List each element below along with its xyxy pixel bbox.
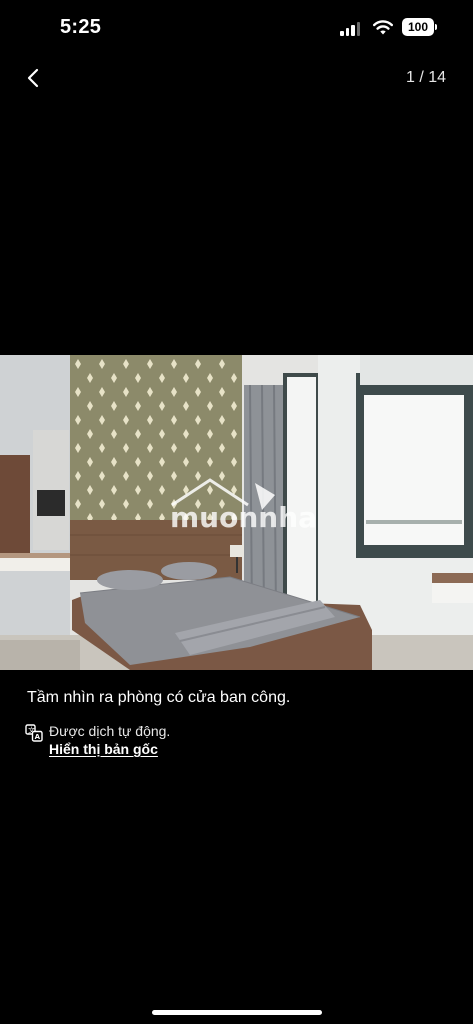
battery-icon: 100	[402, 18, 434, 36]
battery-nub	[435, 24, 437, 30]
show-original-link[interactable]: Hiển thị bản gốc	[49, 741, 158, 757]
viewer-nav: 1 / 14	[0, 56, 473, 100]
photo-counter: 1 / 14	[405, 69, 446, 86]
status-bar: 5:25 100	[0, 0, 473, 56]
signal-icon	[340, 20, 360, 36]
room-photo-image: muonnha	[0, 355, 473, 670]
watermark-text: muonnha	[170, 501, 317, 534]
home-indicator[interactable]	[152, 1010, 322, 1015]
photo-caption: Tầm nhìn ra phòng có cửa ban công.	[27, 689, 291, 706]
auto-translated-note: Được dịch tự động.	[49, 723, 171, 739]
svg-text:A: A	[35, 733, 41, 741]
wifi-icon	[373, 20, 393, 35]
translate-icon: 文 A	[25, 724, 43, 742]
chevron-left-icon[interactable]	[22, 66, 46, 90]
status-time: 5:25	[60, 16, 102, 38]
room-photo[interactable]: muonnha	[0, 355, 473, 670]
